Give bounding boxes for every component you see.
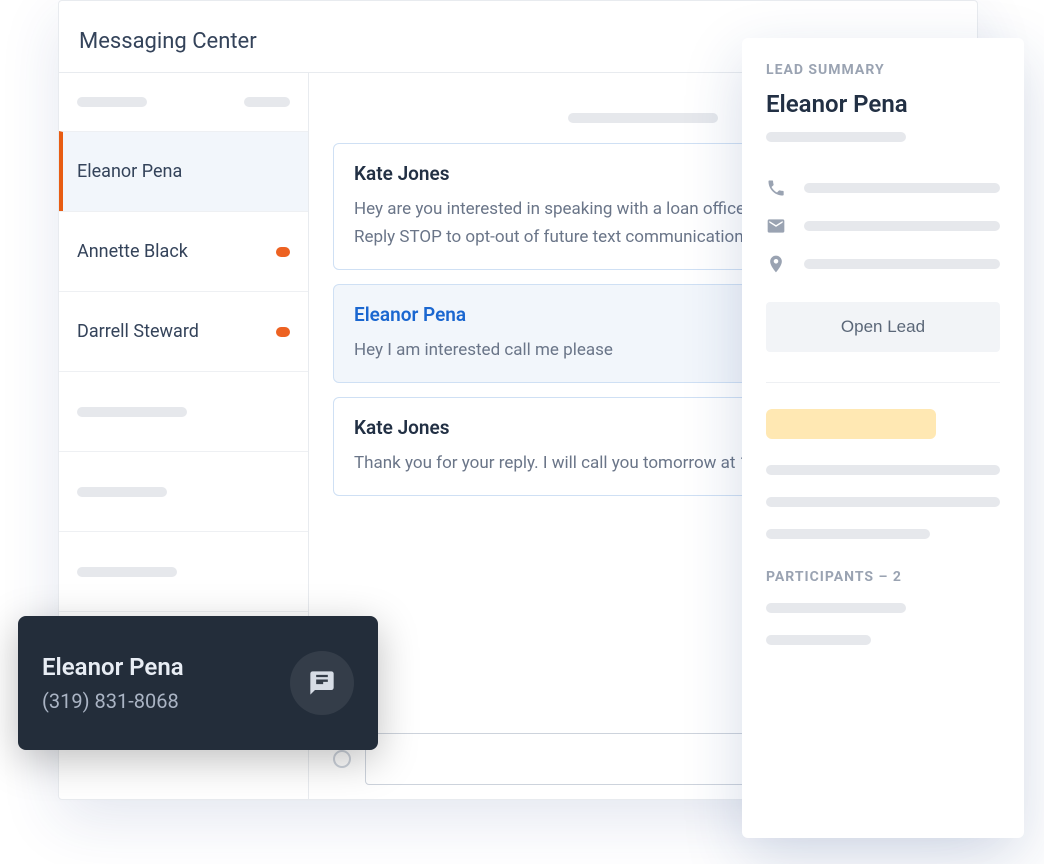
conversation-item[interactable]: Eleanor Pena bbox=[59, 131, 308, 211]
lead-summary-heading: LEAD SUMMARY bbox=[766, 62, 1000, 78]
toast-name: Eleanor Pena bbox=[42, 653, 184, 681]
unread-dot-icon bbox=[276, 247, 290, 257]
lead-location-row bbox=[766, 254, 1000, 274]
attach-icon[interactable] bbox=[333, 750, 351, 768]
lead-email-row bbox=[766, 216, 1000, 236]
placeholder bbox=[568, 113, 718, 123]
sidebar-filter-row bbox=[59, 73, 308, 131]
placeholder bbox=[77, 567, 177, 577]
conversation-item[interactable] bbox=[59, 371, 308, 451]
phone-icon bbox=[766, 178, 786, 198]
contact-toast[interactable]: Eleanor Pena (319) 831-8068 bbox=[18, 616, 378, 750]
status-badge bbox=[766, 409, 936, 439]
conversation-name: Eleanor Pena bbox=[77, 161, 182, 182]
conversation-name: Darrell Steward bbox=[77, 321, 199, 342]
conversation-name: Annette Black bbox=[77, 241, 188, 262]
location-icon bbox=[766, 254, 786, 274]
placeholder bbox=[77, 97, 147, 107]
placeholder bbox=[766, 603, 906, 613]
open-lead-button[interactable]: Open Lead bbox=[766, 302, 1000, 352]
unread-dot-icon bbox=[276, 327, 290, 337]
placeholder bbox=[804, 183, 1000, 193]
conversation-item[interactable]: Annette Black bbox=[59, 211, 308, 291]
participants-heading: PARTICIPANTS – 2 bbox=[766, 569, 1000, 585]
lead-name: Eleanor Pena bbox=[766, 90, 1000, 118]
placeholder bbox=[766, 132, 906, 142]
lead-summary-panel: LEAD SUMMARY Eleanor Pena Open Lead PART… bbox=[742, 38, 1024, 838]
conversation-item[interactable] bbox=[59, 451, 308, 531]
mail-icon bbox=[766, 216, 786, 236]
chat-icon[interactable] bbox=[290, 651, 354, 715]
placeholder bbox=[766, 465, 1000, 475]
placeholder bbox=[77, 487, 167, 497]
conversation-item[interactable] bbox=[59, 531, 308, 611]
placeholder bbox=[244, 97, 290, 107]
conversation-item[interactable]: Darrell Steward bbox=[59, 291, 308, 371]
toast-phone: (319) 831-8068 bbox=[42, 689, 184, 713]
placeholder bbox=[804, 221, 1000, 231]
divider bbox=[766, 382, 1000, 383]
placeholder bbox=[766, 497, 1000, 507]
placeholder bbox=[766, 635, 871, 645]
placeholder bbox=[804, 259, 1000, 269]
placeholder bbox=[766, 529, 930, 539]
placeholder bbox=[77, 407, 187, 417]
lead-phone-row bbox=[766, 178, 1000, 198]
